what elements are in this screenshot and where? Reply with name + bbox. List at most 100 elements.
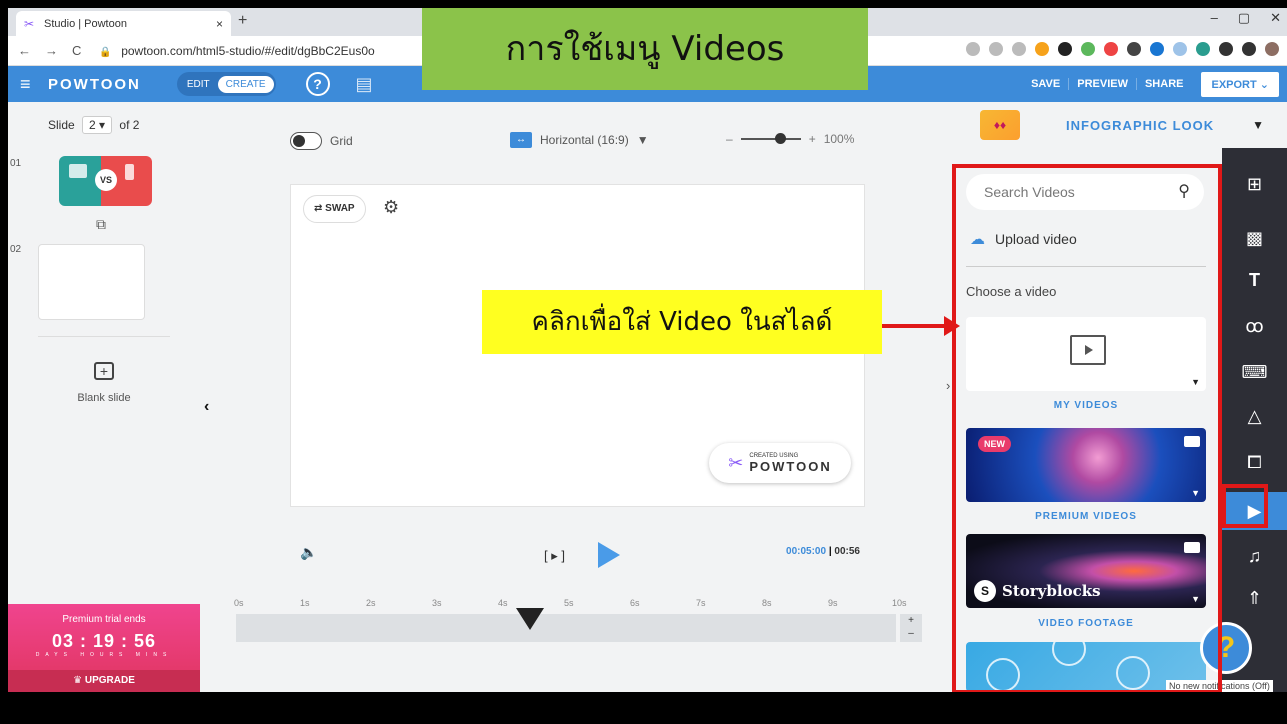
- expand-panel-icon[interactable]: ›: [946, 378, 950, 393]
- annotation-callout: คลิกเพื่อใส่ Video ในสไลด์: [482, 290, 882, 354]
- extension-icon[interactable]: [1150, 42, 1164, 56]
- slide-dropdown[interactable]: 2 ▾: [82, 116, 113, 134]
- trial-title: Premium trial ends: [62, 614, 146, 625]
- style-picker[interactable]: ♦♦ INFOGRAPHIC LOOK ▼: [956, 102, 1287, 148]
- highlight-box-video-icon: [1222, 484, 1268, 528]
- reload-button[interactable]: C: [72, 43, 81, 58]
- timeline-track[interactable]: [236, 614, 896, 642]
- annotation-arrow: [882, 324, 946, 328]
- timeline-zoom-out-button[interactable]: –: [900, 627, 922, 640]
- current-time: 00:05:00: [786, 546, 827, 557]
- zoom-slider-knob[interactable]: [774, 133, 786, 144]
- extension-icon[interactable]: [1081, 42, 1095, 56]
- extension-icon[interactable]: [1035, 42, 1049, 56]
- star-icon[interactable]: [1012, 42, 1026, 56]
- extension-icon[interactable]: [1219, 42, 1233, 56]
- media-icon[interactable]: ⧠: [1222, 452, 1287, 473]
- translate-icon[interactable]: [966, 42, 980, 56]
- play-from-start-button[interactable]: [ ▸ ]: [544, 548, 565, 564]
- zoom-slider[interactable]: [740, 133, 801, 144]
- help-circle-button[interactable]: ?: [305, 72, 330, 96]
- playhead-handle[interactable]: [516, 608, 544, 630]
- save-button[interactable]: SAVE: [1023, 78, 1068, 90]
- divider: [38, 336, 170, 337]
- trial-units: DAYS HOURS MINS: [35, 652, 173, 658]
- extension-icon[interactable]: [1196, 42, 1210, 56]
- props-icon[interactable]: ⌨: [1222, 362, 1287, 383]
- extension-icon[interactable]: [1173, 42, 1187, 56]
- text-icon[interactable]: T: [1222, 270, 1287, 291]
- mode-create-button[interactable]: CREATE: [217, 75, 274, 93]
- swap-button[interactable]: ⇄ SWAP: [303, 195, 366, 223]
- tick-label: 4s: [498, 598, 508, 608]
- slide-thumbnail-2[interactable]: [38, 244, 145, 320]
- share-button[interactable]: SHARE: [1135, 78, 1192, 90]
- duplicate-slide-icon[interactable]: ⧉: [96, 216, 106, 233]
- background-icon[interactable]: ▩: [1222, 228, 1287, 249]
- browser-tab[interactable]: ✂ Studio | Powtoon ×: [16, 11, 231, 36]
- premium-trial-banner: Premium trial ends 03 : 19 : 56 DAYS HOU…: [8, 604, 200, 692]
- grid-label: Grid: [330, 134, 353, 148]
- music-icon[interactable]: ♫: [1222, 546, 1287, 567]
- powtoon-logo-icon: ✂: [728, 452, 744, 473]
- collapse-panel-icon[interactable]: ‹: [204, 398, 209, 416]
- orientation-label: Horizontal (16:9): [540, 133, 629, 147]
- slide-thumbnail-1[interactable]: VS: [59, 156, 152, 206]
- thumb-vs-label: VS: [95, 169, 117, 191]
- highlight-box-videos-panel: [952, 164, 1222, 692]
- upgrade-label: UPGRADE: [84, 675, 135, 686]
- extension-icon[interactable]: [1127, 42, 1141, 56]
- puzzle-icon[interactable]: [1242, 42, 1256, 56]
- brand-name: POWTOON: [48, 75, 141, 93]
- tool-rail: ⊞ ▩ T ꝏ ⌨ △ ⧠ ▶ ♫ ⇑: [1222, 148, 1287, 692]
- grid-switch[interactable]: [290, 132, 322, 150]
- mode-edit-button[interactable]: EDIT: [179, 76, 218, 93]
- maximize-button[interactable]: ▢: [1238, 10, 1250, 26]
- layout-icon[interactable]: ⊞: [1222, 174, 1287, 195]
- playback-controls: 🔈 [ ▸ ] 00:05:00 | 00:56: [300, 542, 860, 572]
- mode-toggle[interactable]: EDIT CREATE: [176, 72, 276, 96]
- tick-label: 9s: [828, 598, 838, 608]
- upgrade-button[interactable]: ♛ UPGRADE: [8, 670, 200, 692]
- grid-toggle[interactable]: Grid: [290, 132, 353, 150]
- new-tab-button[interactable]: +: [238, 12, 247, 30]
- caret-down-icon: ▼: [1252, 118, 1265, 132]
- tab-close-button[interactable]: ×: [216, 17, 223, 31]
- document-icon[interactable]: ▤: [356, 74, 373, 95]
- orientation-selector[interactable]: ↔ Horizontal (16:9) ▼: [510, 132, 649, 148]
- monitor-icon: [69, 164, 87, 178]
- forward-button[interactable]: →: [45, 43, 58, 58]
- total-time: 00:56: [834, 546, 860, 557]
- minimize-button[interactable]: –: [1211, 10, 1218, 26]
- characters-icon[interactable]: ꝏ: [1222, 316, 1287, 337]
- preview-button[interactable]: PREVIEW: [1068, 78, 1136, 90]
- timeline-zoom-in-button[interactable]: +: [900, 614, 922, 627]
- add-blank-slide-button[interactable]: +: [94, 362, 114, 380]
- avatar[interactable]: [1265, 42, 1279, 56]
- tick-label: 1s: [300, 598, 310, 608]
- zoom-out-button[interactable]: –: [726, 132, 733, 146]
- badge-text: CREATED USING POWTOON: [749, 453, 831, 474]
- tab-title: Studio | Powtoon: [44, 17, 127, 30]
- extension-icon[interactable]: [1058, 42, 1072, 56]
- extension-icon[interactable]: [1104, 42, 1118, 56]
- window-controls: – ▢ ✕: [1211, 10, 1281, 26]
- export-button[interactable]: EXPORT ⌄: [1201, 71, 1279, 97]
- zoom-in-button[interactable]: +: [809, 132, 816, 146]
- badge-brand: POWTOON: [749, 458, 832, 474]
- back-button[interactable]: ←: [18, 43, 31, 58]
- lock-icon: 🔒: [99, 46, 112, 58]
- play-button[interactable]: [598, 542, 620, 568]
- zoom-icon[interactable]: [989, 42, 1003, 56]
- close-window-button[interactable]: ✕: [1270, 10, 1281, 26]
- shapes-icon[interactable]: △: [1222, 406, 1287, 427]
- timeline-zoom: + –: [900, 614, 922, 642]
- more-tools-icon[interactable]: ⇑: [1222, 588, 1287, 609]
- menu-icon[interactable]: ≡: [20, 74, 40, 95]
- url-field[interactable]: 🔒 powtoon.com/html5-studio/#/edit/dgBbC2…: [99, 44, 374, 58]
- slide-total: of 2: [119, 118, 140, 132]
- tick-label: 8s: [762, 598, 772, 608]
- powtoon-brand[interactable]: ≡ POWTOON: [20, 74, 141, 95]
- gear-icon[interactable]: ⚙: [383, 197, 399, 218]
- volume-icon[interactable]: 🔈: [300, 544, 317, 561]
